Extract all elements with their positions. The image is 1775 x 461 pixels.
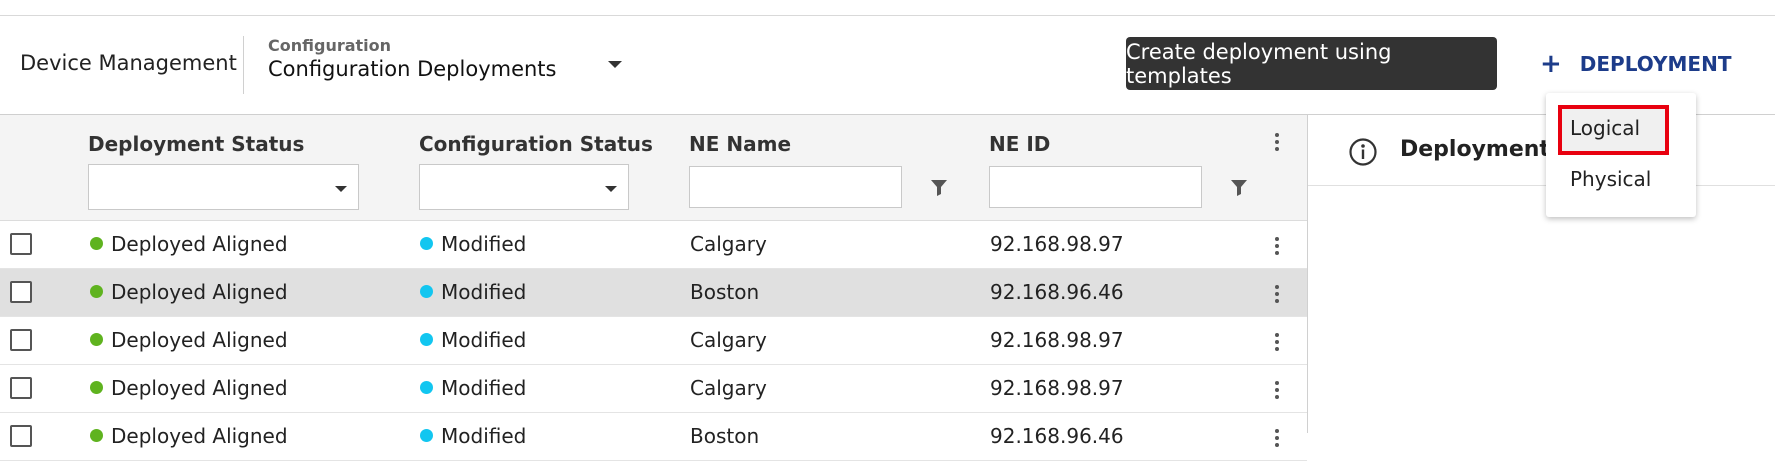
add-deployment-button[interactable]: + DEPLOYMENT: [1540, 49, 1731, 79]
deployment-type-menu: Logical Physical: [1546, 93, 1696, 217]
ne-name-filter-input[interactable]: [689, 166, 902, 208]
table-header: Deployment Status Configuration Status N…: [0, 115, 1307, 170]
configuration-status-text: Modified: [441, 280, 527, 304]
deployment-status-text: Deployed Aligned: [111, 328, 288, 352]
ne-name-cell: Calgary: [690, 376, 767, 400]
ne-id-cell: 92.168.98.97: [990, 232, 1124, 256]
configuration-status-cell: Modified: [420, 376, 526, 400]
row-checkbox[interactable]: [10, 281, 32, 303]
filter-row: [0, 164, 1307, 221]
ne-name-cell: Boston: [690, 424, 760, 448]
configuration-status-cell: Modified: [420, 424, 526, 448]
ne-name-cell: Calgary: [690, 328, 767, 352]
add-deployment-label: DEPLOYMENT: [1579, 52, 1732, 76]
filter-icon[interactable]: [1230, 178, 1248, 198]
deployment-status-cell: Deployed Aligned: [90, 328, 288, 352]
row-checkbox[interactable]: [10, 233, 32, 255]
menu-item-logical[interactable]: Logical: [1558, 105, 1669, 155]
chevron-down-icon: [605, 186, 617, 192]
column-header-ne-name[interactable]: NE Name: [689, 132, 791, 156]
deployment-status-text: Deployed Aligned: [111, 376, 288, 400]
app-title: Device Management: [20, 51, 237, 75]
status-dot-icon: [90, 237, 103, 250]
deployments-table: Deployment Status Configuration Status N…: [0, 114, 1307, 461]
row-options-icon[interactable]: [1275, 285, 1279, 306]
deployment-status-text: Deployed Aligned: [111, 232, 288, 256]
deployment-status-filter[interactable]: [88, 164, 359, 210]
deployment-status-cell: Deployed Aligned: [90, 232, 288, 256]
menu-item-physical[interactable]: Physical: [1546, 155, 1696, 203]
configuration-status-text: Modified: [441, 328, 527, 352]
status-dot-icon: [90, 285, 103, 298]
table-row[interactable]: Deployed Aligned Modified Calgary 92.168.98…: [0, 365, 1307, 413]
configuration-status-cell: Modified: [420, 280, 526, 304]
deployment-status-cell: Deployed Aligned: [90, 376, 288, 400]
breadcrumb-current: Configuration Deployments: [268, 57, 557, 81]
panel-header: Deployment D: [1308, 115, 1775, 186]
chevron-down-icon[interactable]: [608, 61, 622, 68]
configuration-status-text: Modified: [441, 424, 527, 448]
ne-name-cell: Calgary: [690, 232, 767, 256]
configuration-status-cell: Modified: [420, 328, 526, 352]
status-dot-icon: [420, 429, 433, 442]
row-checkbox[interactable]: [10, 377, 32, 399]
status-dot-icon: [420, 381, 433, 394]
status-dot-icon: [90, 429, 103, 442]
deployment-status-cell: Deployed Aligned: [90, 280, 288, 304]
breadcrumb[interactable]: Configuration Configuration Deployments: [268, 36, 557, 82]
top-bar: [0, 0, 1775, 16]
status-dot-icon: [420, 237, 433, 250]
breadcrumb-parent: Configuration: [268, 36, 392, 55]
row-options-icon[interactable]: [1275, 429, 1279, 450]
header-divider: [243, 36, 244, 94]
filter-icon[interactable]: [930, 178, 948, 198]
ne-id-cell: 92.168.98.97: [990, 376, 1124, 400]
deployment-status-text: Deployed Aligned: [111, 280, 288, 304]
table-row[interactable]: Deployed Aligned Modified Boston 92.168.96.…: [0, 413, 1307, 461]
column-options-icon[interactable]: [1275, 133, 1279, 154]
table-row[interactable]: Deployed Aligned Modified Calgary 92.168.98…: [0, 221, 1307, 269]
row-options-icon[interactable]: [1275, 333, 1279, 354]
page-header: Device Management Configuration Configur…: [0, 16, 1775, 114]
create-deployment-templates-button[interactable]: Create deployment using templates: [1126, 37, 1497, 90]
ne-name-cell: Boston: [690, 280, 760, 304]
column-header-deployment-status[interactable]: Deployment Status: [88, 132, 304, 156]
chevron-down-icon: [335, 186, 347, 192]
table-row[interactable]: Deployed Aligned Modified Calgary 92.168.98…: [0, 317, 1307, 365]
column-header-configuration-status[interactable]: Configuration Status: [419, 132, 653, 156]
ne-id-cell: 92.168.96.46: [990, 424, 1124, 448]
status-dot-icon: [420, 285, 433, 298]
column-header-ne-id[interactable]: NE ID: [989, 132, 1050, 156]
deployment-status-text: Deployed Aligned: [111, 424, 288, 448]
ne-id-filter-input[interactable]: [989, 166, 1202, 208]
configuration-status-cell: Modified: [420, 232, 526, 256]
row-options-icon[interactable]: [1275, 237, 1279, 258]
configuration-status-text: Modified: [441, 376, 527, 400]
deployment-details-panel: Deployment D: [1307, 114, 1775, 433]
row-options-icon[interactable]: [1275, 381, 1279, 402]
ne-id-cell: 92.168.96.46: [990, 280, 1124, 304]
deployment-status-cell: Deployed Aligned: [90, 424, 288, 448]
configuration-status-text: Modified: [441, 232, 527, 256]
status-dot-icon: [420, 333, 433, 346]
plus-icon: +: [1540, 49, 1562, 79]
row-checkbox[interactable]: [10, 425, 32, 447]
ne-id-cell: 92.168.98.97: [990, 328, 1124, 352]
table-row[interactable]: Deployed Aligned Modified Boston 92.168.96.…: [0, 269, 1307, 317]
configuration-status-filter[interactable]: [419, 164, 629, 210]
row-checkbox[interactable]: [10, 329, 32, 351]
status-dot-icon: [90, 333, 103, 346]
status-dot-icon: [90, 381, 103, 394]
info-icon: [1349, 138, 1377, 166]
